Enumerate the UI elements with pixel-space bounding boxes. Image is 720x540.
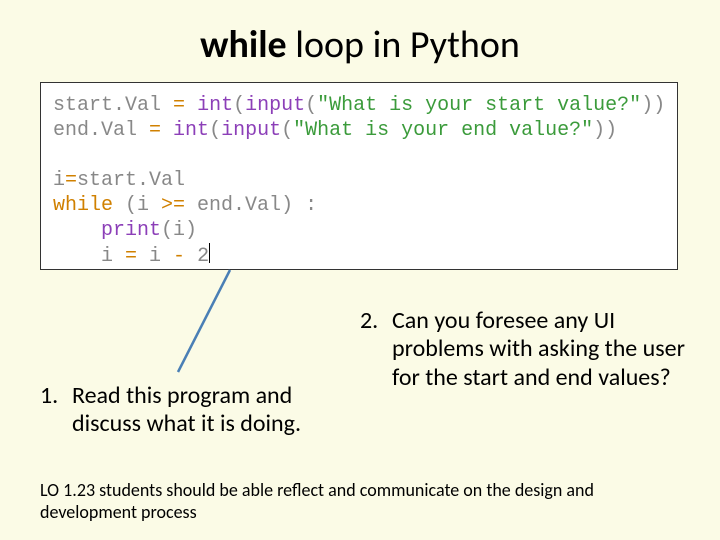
question-1: 1. Read this program and discuss what it… bbox=[40, 382, 340, 439]
q1-text: Read this program and discuss what it is… bbox=[72, 382, 340, 439]
code-line-1: start.Val = int(input("What is your star… bbox=[53, 93, 667, 118]
code-line-6: print(i) bbox=[53, 218, 667, 243]
code-line-7: i = i - 2 bbox=[53, 243, 667, 269]
q1-number: 1. bbox=[40, 382, 72, 439]
text-cursor-icon bbox=[209, 243, 210, 263]
q2-text: Can you foresee any UI problems with ask… bbox=[392, 307, 690, 392]
code-line-blank bbox=[53, 143, 667, 168]
code-box: start.Val = int(input("What is your star… bbox=[40, 82, 678, 270]
slide-title: while loop in Python bbox=[0, 0, 720, 68]
title-bold: while bbox=[200, 22, 287, 68]
code-line-2: end.Val = int(input("What is your end va… bbox=[53, 118, 667, 143]
code-line-5: while (i >= end.Val) : bbox=[53, 193, 667, 218]
arrow-icon bbox=[168, 262, 248, 382]
q2-number: 2. bbox=[360, 307, 392, 392]
title-rest: loop in Python bbox=[287, 22, 520, 68]
code-line-4: i=start.Val bbox=[53, 168, 667, 193]
question-2: 2. Can you foresee any UI problems with … bbox=[360, 307, 690, 392]
learning-outcome: LO 1.23 students should be able reflect … bbox=[40, 480, 680, 523]
